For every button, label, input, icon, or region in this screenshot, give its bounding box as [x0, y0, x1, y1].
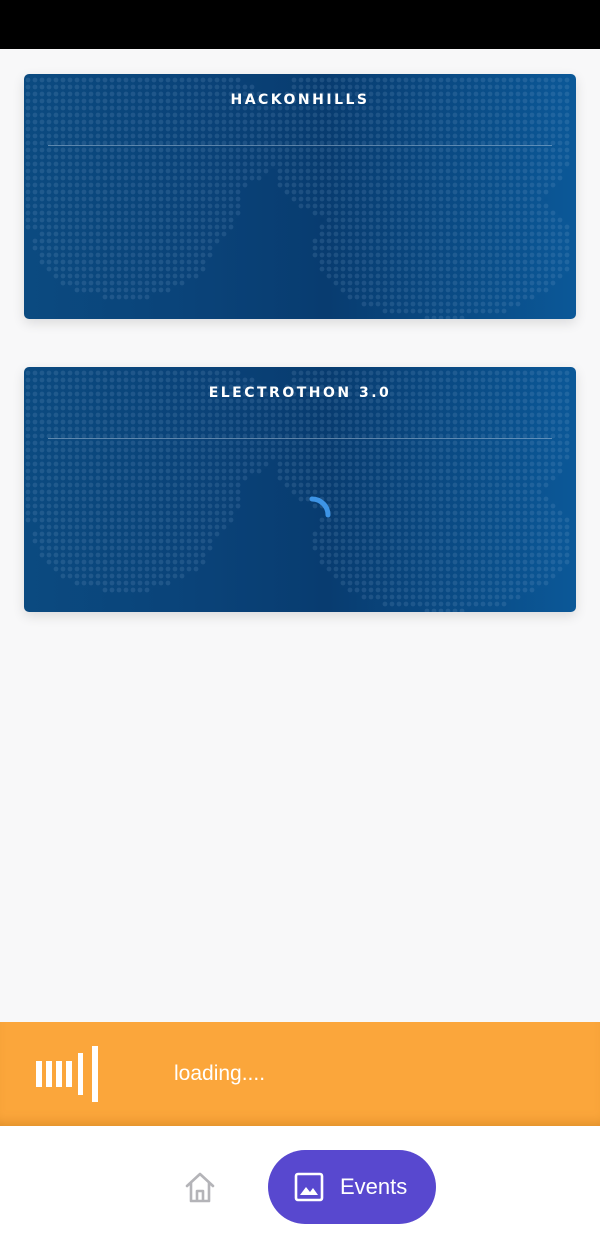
- loading-spinner-icon: [309, 496, 331, 518]
- event-card-hackonhills[interactable]: HACKONHILLS: [24, 74, 576, 319]
- event-title: ELECTROTHON 3.0: [208, 385, 392, 401]
- equalizer-bars-icon: [36, 1046, 98, 1102]
- loading-bar: loading....: [0, 1022, 600, 1126]
- title-divider: [48, 145, 552, 146]
- home-icon: [185, 1172, 215, 1203]
- event-card-electrothon[interactable]: ELECTROTHON 3.0: [24, 367, 576, 612]
- nav-events-button[interactable]: Events: [268, 1150, 436, 1224]
- nav-events-label: Events: [340, 1174, 408, 1199]
- title-divider: [48, 438, 552, 439]
- nav-home-button[interactable]: [181, 1170, 219, 1204]
- event-title: HACKONHILLS: [230, 92, 370, 108]
- world-map-background: [25, 77, 570, 319]
- bottom-navigation: Events: [0, 1126, 600, 1248]
- image-icon: [294, 1172, 324, 1202]
- loading-text: loading....: [174, 1062, 266, 1085]
- world-map-background: [25, 370, 570, 612]
- events-list: HACKONHILLS ELECTROTHON 3.0: [0, 49, 600, 1022]
- status-bar: [0, 0, 600, 49]
